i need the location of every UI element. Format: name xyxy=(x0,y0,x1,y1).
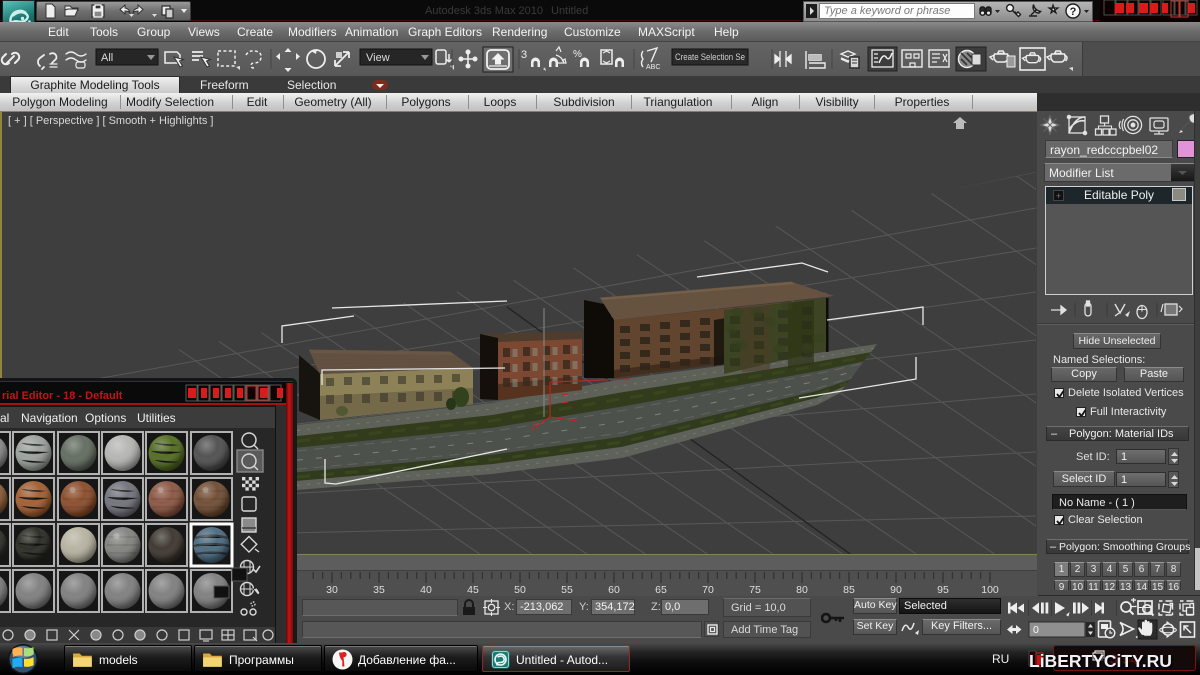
svg-text:3: 3 xyxy=(521,49,527,61)
svg-text:0: 0 xyxy=(1033,624,1039,636)
svg-text:30: 30 xyxy=(326,584,338,596)
svg-text:40: 40 xyxy=(420,584,432,596)
svg-text:95: 95 xyxy=(937,584,949,596)
svg-text:100: 100 xyxy=(981,584,999,596)
svg-text:65: 65 xyxy=(655,584,667,596)
svg-text:90: 90 xyxy=(890,584,902,596)
svg-text:60: 60 xyxy=(608,584,620,596)
svg-text:75: 75 xyxy=(749,584,761,596)
svg-text:50: 50 xyxy=(514,584,526,596)
svg-text:Create Selection Se: Create Selection Se xyxy=(675,52,745,62)
svg-text:80: 80 xyxy=(796,584,808,596)
svg-text:?: ? xyxy=(1070,6,1077,18)
svg-text:ABC: ABC xyxy=(646,64,660,71)
svg-text:All: All xyxy=(101,52,113,64)
svg-text:35: 35 xyxy=(373,584,385,596)
svg-text:View: View xyxy=(366,52,390,64)
svg-text:45: 45 xyxy=(467,584,479,596)
svg-text:%: % xyxy=(573,49,582,60)
svg-text:70: 70 xyxy=(702,584,714,596)
svg-text:85: 85 xyxy=(843,584,855,596)
svg-text:55: 55 xyxy=(561,584,573,596)
